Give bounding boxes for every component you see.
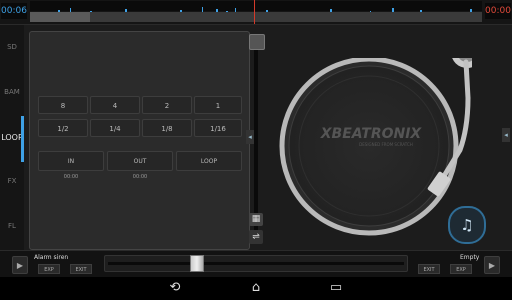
turntable-graphic: XBEATRONIX DESIGNED FROM SCRATCH	[279, 26, 483, 236]
left-exp-button[interactable]: EXP	[38, 264, 60, 274]
music-note-icon[interactable]: ♫	[448, 206, 486, 244]
loop-1-button[interactable]: 1	[194, 96, 242, 114]
right-deck-title: Empty	[460, 254, 480, 261]
deck-switch-arrow-icon[interactable]: ◂	[502, 128, 510, 142]
waveform-overview[interactable]	[30, 12, 482, 22]
home-icon[interactable]: ⌂	[244, 280, 268, 296]
play-icon[interactable]: ▶	[12, 256, 28, 274]
crossfader-knob[interactable]	[189, 255, 204, 272]
right-exit-button[interactable]: EXIT	[418, 264, 440, 274]
elapsed-time: 00:06	[1, 3, 27, 19]
tab-fx[interactable]: FX	[0, 177, 24, 185]
loop-panel: 8 4 2 1 1/2 1/4 1/8 1/16 IN OUT LOOP 00:…	[29, 31, 250, 250]
panel-collapse-arrow-icon[interactable]: ◂	[246, 130, 254, 144]
brand-logo: XBEATRONIX	[320, 126, 423, 142]
loop-toggle-button[interactable]: LOOP	[176, 151, 242, 171]
loop-8-button[interactable]: 8	[38, 96, 88, 114]
left-deck-title: Alarm siren	[34, 254, 69, 261]
loop-in-time: 00:00	[63, 174, 79, 180]
reset-icon[interactable]: ⇌	[249, 230, 263, 244]
turntable[interactable]: XBEATRONIX DESIGNED FROM SCRATCH	[276, 26, 483, 248]
right-exp-button[interactable]: EXP	[450, 264, 472, 274]
left-exit-button[interactable]: EXIT	[70, 264, 92, 274]
waveform-zoom[interactable]	[30, 1, 482, 16]
tab-bam[interactable]: BAM	[0, 88, 24, 96]
svg-text:DESIGNED FROM SCRATCH: DESIGNED FROM SCRATCH	[359, 142, 413, 147]
tab-sd[interactable]: SD	[0, 43, 24, 51]
right-play-icon[interactable]: ▶	[484, 256, 500, 274]
crossfader-track	[108, 262, 404, 265]
remaining-time: 00:00	[485, 3, 511, 19]
loop-4-button[interactable]: 4	[90, 96, 140, 114]
loop-eighth-button[interactable]: 1/8	[142, 119, 192, 137]
loop-out-button[interactable]: OUT	[107, 151, 173, 171]
back-icon[interactable]: ⟲	[163, 280, 187, 296]
loop-sixteenth-button[interactable]: 1/16	[194, 119, 242, 137]
active-tab-indicator	[21, 116, 24, 162]
loop-out-time: 00:00	[132, 174, 148, 180]
pitch-fader-knob[interactable]	[249, 34, 265, 50]
loop-quarter-button[interactable]: 1/4	[90, 119, 140, 137]
played-region	[30, 12, 90, 22]
tab-fl[interactable]: FL	[0, 222, 24, 230]
loop-in-button[interactable]: IN	[38, 151, 104, 171]
pitch-fader-track[interactable]	[254, 40, 258, 240]
loop-half-button[interactable]: 1/2	[38, 119, 88, 137]
recent-apps-icon[interactable]: ▭	[324, 280, 348, 296]
loop-2-button[interactable]: 2	[142, 96, 192, 114]
grid-icon[interactable]: ▦	[249, 213, 263, 226]
playhead-cursor	[254, 0, 255, 24]
